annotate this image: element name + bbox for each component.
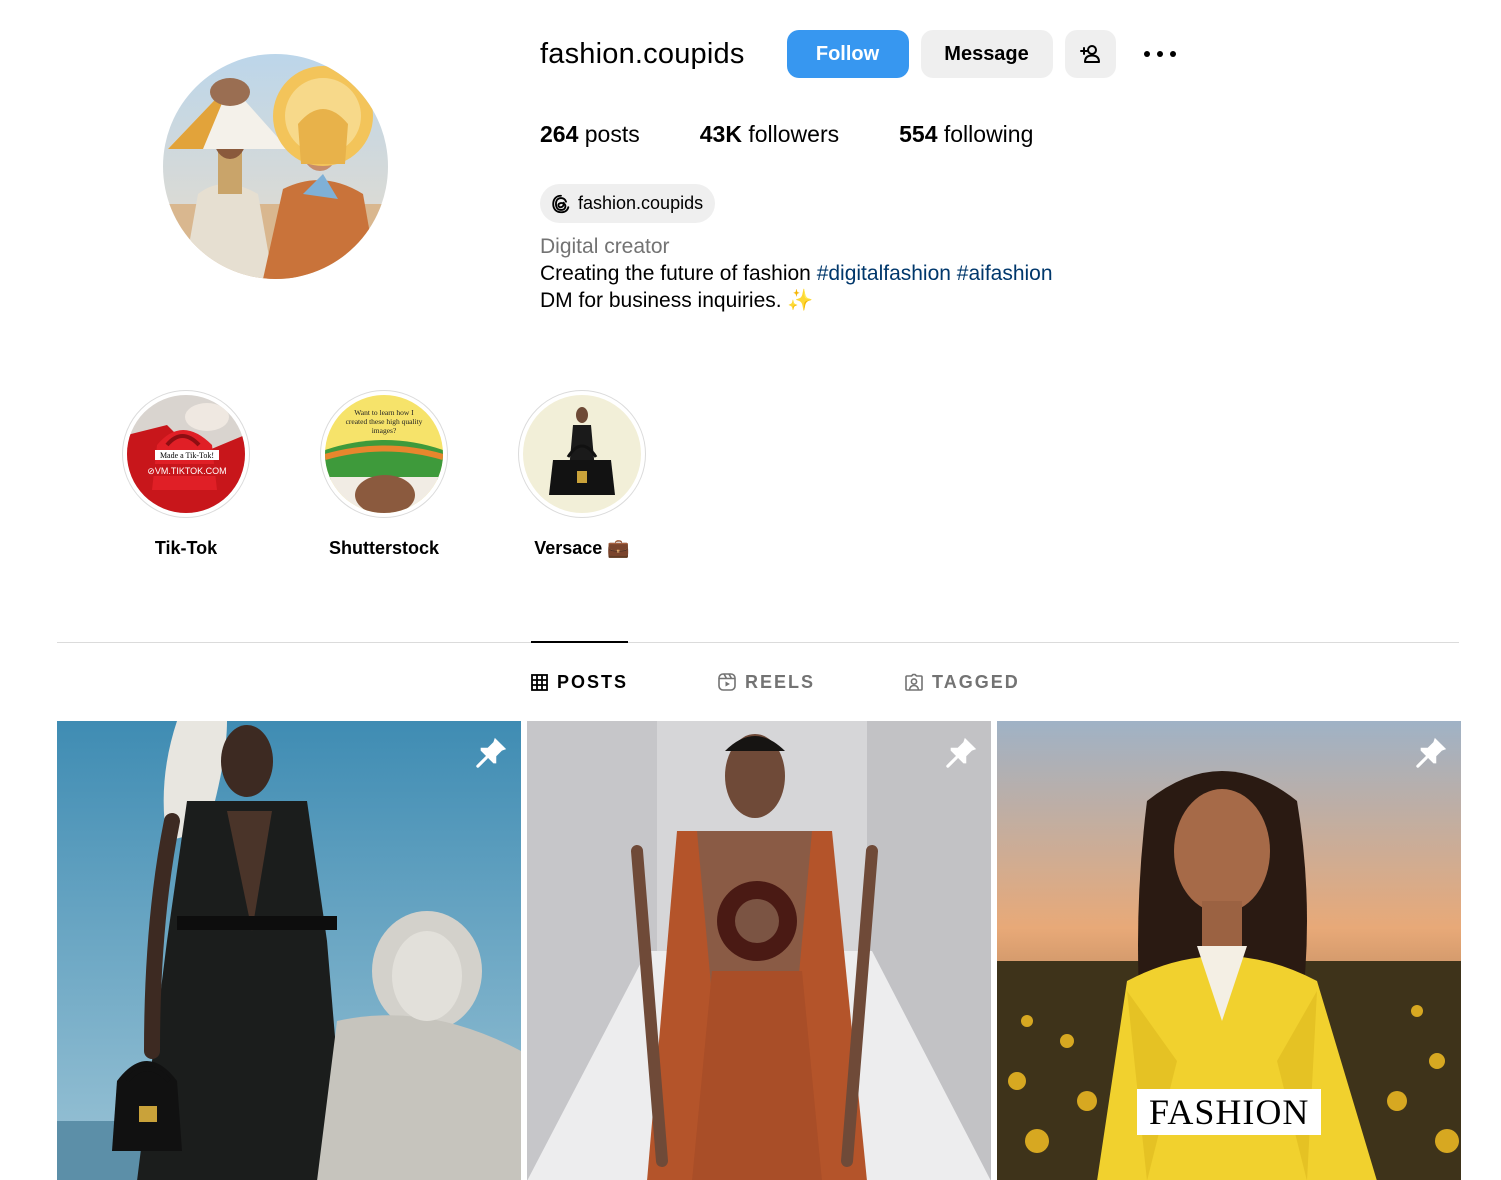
posts-stat: 264 posts xyxy=(540,121,640,148)
svg-text:⊘VM.TIKTOK.COM: ⊘VM.TIKTOK.COM xyxy=(147,466,226,476)
bio-line-1: Creating the future of fashion #digitalf… xyxy=(540,260,1300,287)
highlight-label: Tik-Tok xyxy=(154,538,218,558)
story-highlights: Made a Tik-Tok! ⊘VM.TIKTOK.COM Tik-Tok W… xyxy=(110,390,704,559)
threads-link[interactable]: fashion.coupids xyxy=(540,184,716,223)
threads-handle: fashion.coupids xyxy=(578,193,704,213)
svg-text:images?: images? xyxy=(372,426,397,435)
highlight-ring: Made a Tik-Tok! ⊘VM.TIKTOK.COM xyxy=(122,390,250,518)
posts-grid: FASHION xyxy=(57,721,1461,1180)
highlight-cover: Made a Tik-Tok! ⊘VM.TIKTOK.COM xyxy=(127,395,245,513)
tagged-icon xyxy=(905,673,923,691)
following-stat[interactable]: 554 following xyxy=(899,121,1033,148)
highlight-shutterstock[interactable]: Want to learn how I created these high q… xyxy=(308,390,460,559)
post-tile[interactable] xyxy=(57,721,521,1180)
pinned-icon xyxy=(946,737,977,768)
followers-stat[interactable]: 43K followers xyxy=(700,121,839,148)
tab-tagged[interactable]: TAGGED xyxy=(905,642,1020,722)
suggested-users-button[interactable] xyxy=(1064,30,1116,78)
tab-label: POSTS xyxy=(557,671,629,692)
followers-label: followers xyxy=(748,121,840,147)
post-image xyxy=(57,721,521,1180)
highlight-ring xyxy=(518,390,646,518)
following-count: 554 xyxy=(899,121,938,147)
pinned-icon xyxy=(1416,737,1447,768)
profile-username: fashion.coupids xyxy=(540,37,745,70)
profile-tabs: POSTS REELS TAGGED xyxy=(531,641,1110,722)
tab-posts[interactable]: POSTS xyxy=(531,641,629,722)
highlight-ring: Want to learn how I created these high q… xyxy=(320,390,448,518)
post-overlay-text: FASHION xyxy=(1137,1089,1322,1135)
pinned-icon xyxy=(476,737,507,768)
highlight-cover: Want to learn how I created these high q… xyxy=(325,395,443,513)
highlight-label: Versace 💼 xyxy=(534,538,630,558)
bio-line-2: DM for business inquiries. ✨ xyxy=(540,289,814,312)
tab-reels[interactable]: REELS xyxy=(718,642,815,722)
reels-icon xyxy=(718,673,736,691)
follow-button[interactable]: Follow xyxy=(786,30,909,78)
followers-count: 43K xyxy=(699,121,742,147)
message-button[interactable]: Message xyxy=(920,30,1053,78)
highlight-versace[interactable]: Versace 💼 xyxy=(506,390,658,559)
posts-count: 264 xyxy=(540,121,579,147)
profile-stats: 264 posts 43K followers 554 following xyxy=(540,121,1300,148)
tab-label: REELS xyxy=(745,671,816,692)
posts-label: posts xyxy=(584,121,640,147)
svg-text:Want to learn how I: Want to learn how I xyxy=(354,408,414,417)
svg-text:Made a Tik-Tok!: Made a Tik-Tok! xyxy=(160,451,214,460)
avatar-image xyxy=(163,54,388,279)
bio-text: Creating the future of fashion xyxy=(540,262,811,285)
grid-icon xyxy=(531,673,548,691)
more-options-button[interactable] xyxy=(1130,30,1190,78)
add-user-icon xyxy=(1080,45,1101,63)
highlight-tiktok[interactable]: Made a Tik-Tok! ⊘VM.TIKTOK.COM Tik-Tok xyxy=(110,390,262,559)
profile-avatar[interactable] xyxy=(163,54,388,279)
post-tile[interactable]: FASHION xyxy=(997,721,1461,1180)
profile-category: Digital creator xyxy=(540,235,670,258)
profile-header: fashion.coupids Follow Message 264 posts… xyxy=(540,30,1300,314)
hashtag-aifashion[interactable]: #aifashion xyxy=(957,262,1053,285)
following-label: following xyxy=(943,121,1034,147)
highlight-label: Shutterstock xyxy=(328,538,440,558)
threads-icon xyxy=(552,194,570,213)
profile-actions-row: fashion.coupids Follow Message xyxy=(540,30,1300,78)
more-icon xyxy=(1143,51,1176,57)
highlight-cover xyxy=(523,395,641,513)
hashtag-digitalfashion[interactable]: #digitalfashion xyxy=(817,262,951,285)
post-image xyxy=(527,721,991,1180)
post-tile[interactable] xyxy=(527,721,991,1180)
svg-text:created these high quality: created these high quality xyxy=(346,417,423,426)
tab-label: TAGGED xyxy=(932,671,1020,692)
